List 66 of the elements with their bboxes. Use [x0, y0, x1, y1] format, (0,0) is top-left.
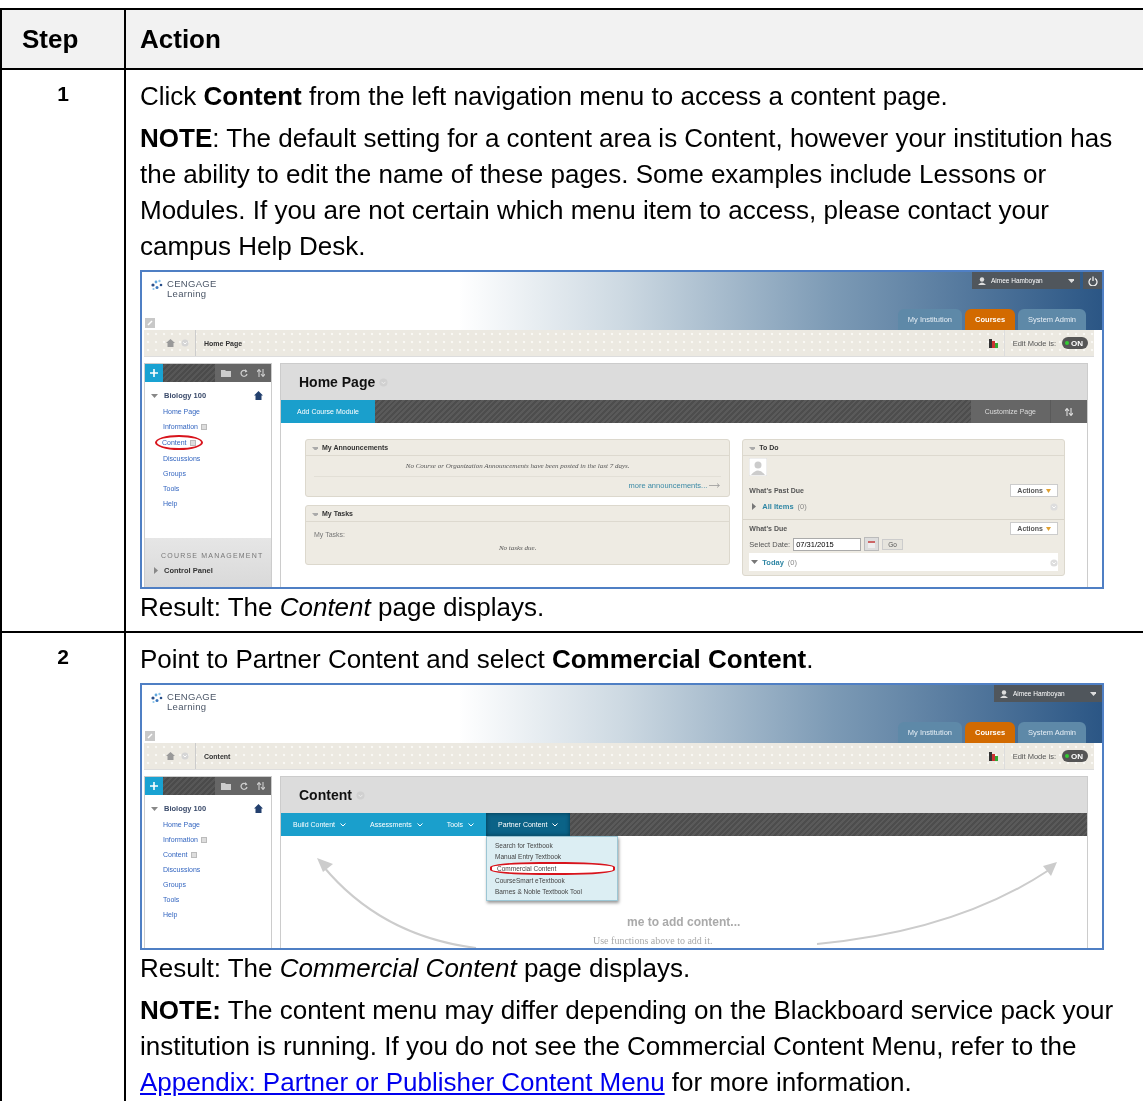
power-icon	[1087, 275, 1098, 286]
logo-text: Learning	[167, 702, 208, 712]
instruction-text: NOTE: The content menu may differ depending on the Blackboard service pack your institution is running. If you do not see the Commercial Content Menu, refer to the Appendix: Partner or Publisher Content Menu for more information.	[140, 994, 1115, 1099]
step-number: 1	[56, 81, 70, 106]
instruction-text: NOTE: The default setting for a content area is Content, however your institution has the ability to edit the name of these pages. Some examples include Lessons or Modules. If you are not certain which menu item to access, please contact your campus Help Desk.	[140, 122, 1114, 263]
sort-icon[interactable]	[257, 782, 265, 790]
refresh-icon[interactable]	[240, 369, 248, 377]
logo-icon	[150, 692, 164, 704]
column-header: Step	[21, 23, 79, 56]
caret-icon	[1090, 691, 1096, 696]
home-icon[interactable]	[254, 804, 263, 813]
logo-text: CENGAGE	[167, 279, 217, 289]
color-palette-icon[interactable]	[988, 338, 998, 348]
user-icon	[1000, 689, 1008, 698]
caret-icon	[749, 445, 756, 450]
color-palette-icon[interactable]	[988, 751, 998, 761]
caret-icon	[1068, 278, 1074, 283]
instruction-text: Result: The Content page displays.	[140, 591, 546, 624]
arrow-icon	[709, 483, 722, 488]
caret-icon	[151, 806, 158, 811]
sort-icon[interactable]	[1065, 407, 1073, 416]
page-icon	[201, 836, 208, 843]
logo-text: Learning	[167, 289, 208, 299]
caret-icon[interactable]	[751, 503, 759, 510]
caret-icon	[153, 567, 158, 574]
instruction-text: Result: The Commercial Content page displays.	[140, 952, 692, 985]
page-icon	[201, 423, 208, 430]
caret-icon	[151, 393, 158, 398]
caret-icon[interactable]	[751, 559, 759, 566]
column-header: Action	[139, 23, 221, 56]
calendar-icon	[868, 540, 876, 548]
plus-icon	[150, 782, 158, 790]
folder-icon[interactable]	[221, 782, 231, 790]
refresh-icon[interactable]	[240, 782, 248, 790]
chevron-icon	[340, 822, 347, 827]
chevron-icon	[468, 822, 474, 827]
power-button[interactable]	[1083, 272, 1102, 289]
appendix-link[interactable]: Appendix: Partner or Publisher Content Menu	[140, 1067, 665, 1097]
instruction-text: Point to Partner Content and select Commercial Content.	[140, 643, 815, 676]
folder-icon[interactable]	[221, 369, 231, 377]
plus-icon	[150, 369, 158, 377]
page-icon	[189, 439, 196, 446]
chevron-icon	[416, 822, 423, 827]
caret-icon	[312, 511, 318, 516]
logo-icon	[150, 279, 164, 291]
empty-heading: me to add content...	[626, 915, 742, 929]
calendar-button[interactable]	[864, 537, 880, 551]
chevron-icon	[552, 822, 559, 827]
step-number: 2	[56, 644, 70, 669]
edit-mode-toggle[interactable]: ON	[1062, 750, 1088, 762]
instruction-text: Click Content from the left navigation menu to access a content page.	[140, 80, 949, 113]
page-title: Content	[299, 787, 352, 803]
caret-icon	[1046, 526, 1051, 531]
page-icon	[190, 851, 197, 858]
caret-icon	[1046, 488, 1051, 493]
add-button[interactable]	[145, 364, 163, 382]
add-button[interactable]	[145, 777, 163, 795]
sort-icon[interactable]	[257, 369, 265, 377]
home-icon[interactable]	[254, 391, 263, 400]
edit-mode-toggle[interactable]: ON	[1062, 337, 1088, 349]
logo-text: CENGAGE	[167, 692, 217, 702]
caret-icon	[312, 445, 318, 450]
empty-subtext: Use functions above to add it.	[592, 935, 714, 946]
user-icon	[978, 276, 986, 285]
avatar-icon	[749, 458, 768, 476]
page-title: Home Page	[299, 374, 376, 390]
